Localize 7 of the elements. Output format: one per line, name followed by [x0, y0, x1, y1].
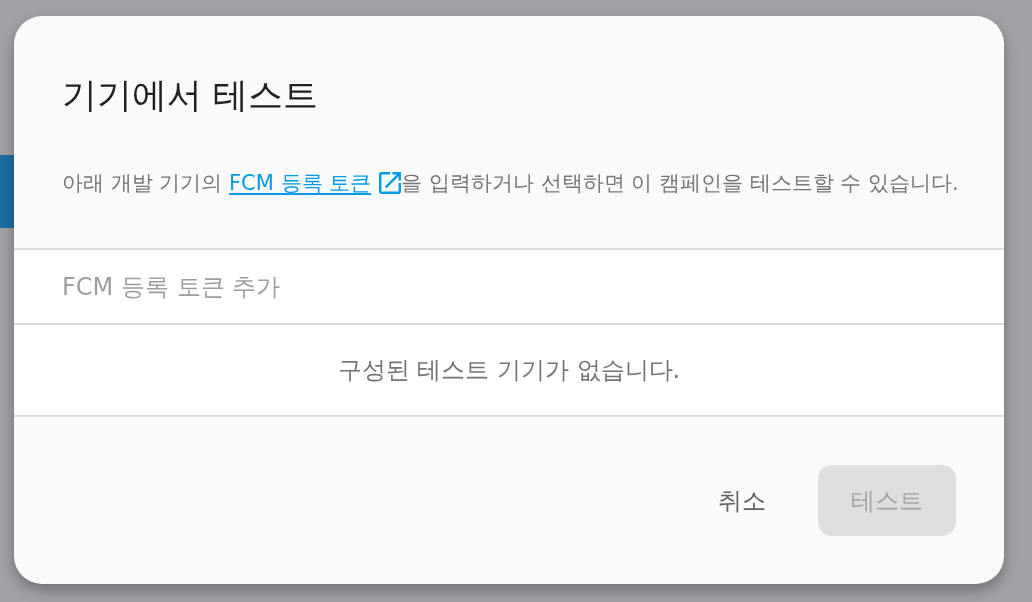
cancel-button[interactable]: 취소 — [718, 465, 766, 536]
dialog-title: 기기에서 테스트 — [62, 74, 320, 117]
token-input-field[interactable]: FCM 등록 토큰 추가 — [14, 248, 1004, 325]
external-link-icon — [379, 172, 402, 194]
dialog-description: 아래 개발 기기의 FCM 등록 토큰 을 입력하거나 선택하면 이 캠페인을 테스트할 수 있습니다. — [62, 170, 960, 197]
fcm-token-link[interactable]: FCM 등록 토큰 — [229, 171, 402, 195]
empty-message: 구성된 테스트 기기가 없습니다. — [337, 355, 681, 386]
